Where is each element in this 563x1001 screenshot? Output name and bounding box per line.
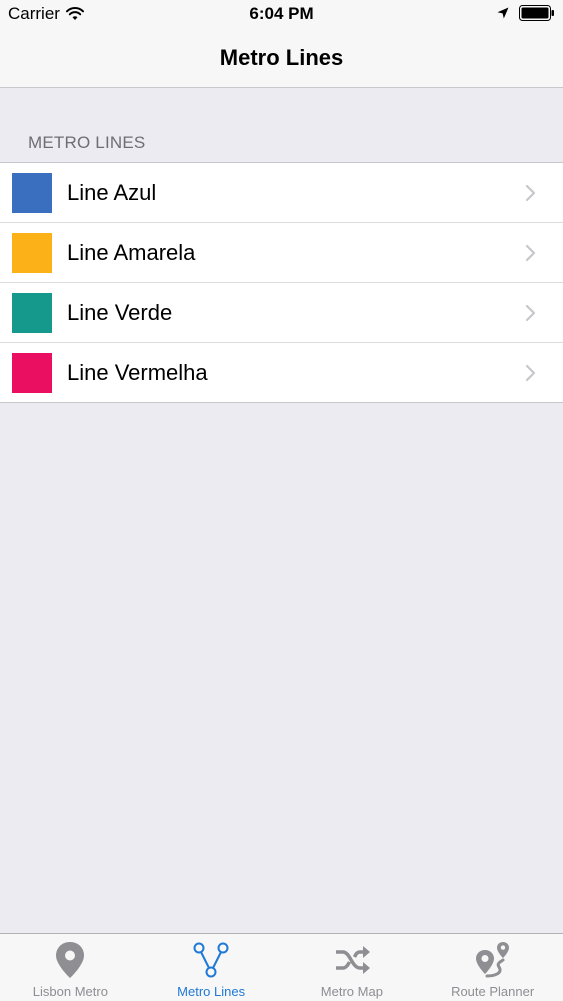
tab-label: Metro Lines xyxy=(177,984,246,999)
tab-metro-lines[interactable]: Metro Lines xyxy=(141,934,282,1001)
status-right xyxy=(497,5,555,21)
metro-lines-table: Line Azul Line Amarela Line Verde Line V… xyxy=(0,162,563,403)
battery-icon xyxy=(519,5,554,21)
table-row-line-vermelha[interactable]: Line Vermelha xyxy=(0,342,563,402)
metro-lines-icon xyxy=(193,942,229,978)
status-bar: Carrier 6:04 PM xyxy=(0,0,563,30)
tab-label: Route Planner xyxy=(451,984,535,999)
line-label: Line Amarela xyxy=(67,240,196,265)
table-row-line-azul[interactable]: Line Azul xyxy=(0,163,563,222)
tab-bar: Lisbon Metro Metro Lines Metro Map Route… xyxy=(0,933,563,1001)
status-time: 6:04 PM xyxy=(249,4,314,23)
tab-label: Metro Map xyxy=(320,984,383,999)
tab-route-planner[interactable]: Route Planner xyxy=(422,934,563,1001)
map-pin-icon xyxy=(56,942,85,978)
tab-label: Lisbon Metro xyxy=(32,984,108,999)
chevron-right-icon xyxy=(525,364,536,382)
chevron-right-icon xyxy=(525,304,536,322)
tab-lisbon-metro[interactable]: Lisbon Metro xyxy=(0,934,141,1001)
line-label: Line Vermelha xyxy=(67,360,208,385)
tab-metro-map[interactable]: Metro Map xyxy=(282,934,423,1001)
route-planner-icon xyxy=(475,942,509,978)
section-header: METRO LINES xyxy=(28,133,146,152)
chevron-right-icon xyxy=(525,244,536,262)
line-label: Line Verde xyxy=(67,300,173,325)
navigation-bar: Metro Lines xyxy=(0,30,563,88)
line-color-swatch xyxy=(12,293,52,333)
line-color-swatch xyxy=(12,353,52,393)
chevron-right-icon xyxy=(525,184,536,202)
line-label: Line Azul xyxy=(67,180,157,205)
line-color-swatch xyxy=(12,173,52,213)
location-arrow-icon xyxy=(497,7,509,19)
table-row-line-amarela[interactable]: Line Amarela xyxy=(0,222,563,282)
line-color-swatch xyxy=(12,233,52,273)
page-title: Metro Lines xyxy=(219,45,344,70)
table-row-line-verde[interactable]: Line Verde xyxy=(0,282,563,342)
shuffle-icon xyxy=(335,946,370,974)
